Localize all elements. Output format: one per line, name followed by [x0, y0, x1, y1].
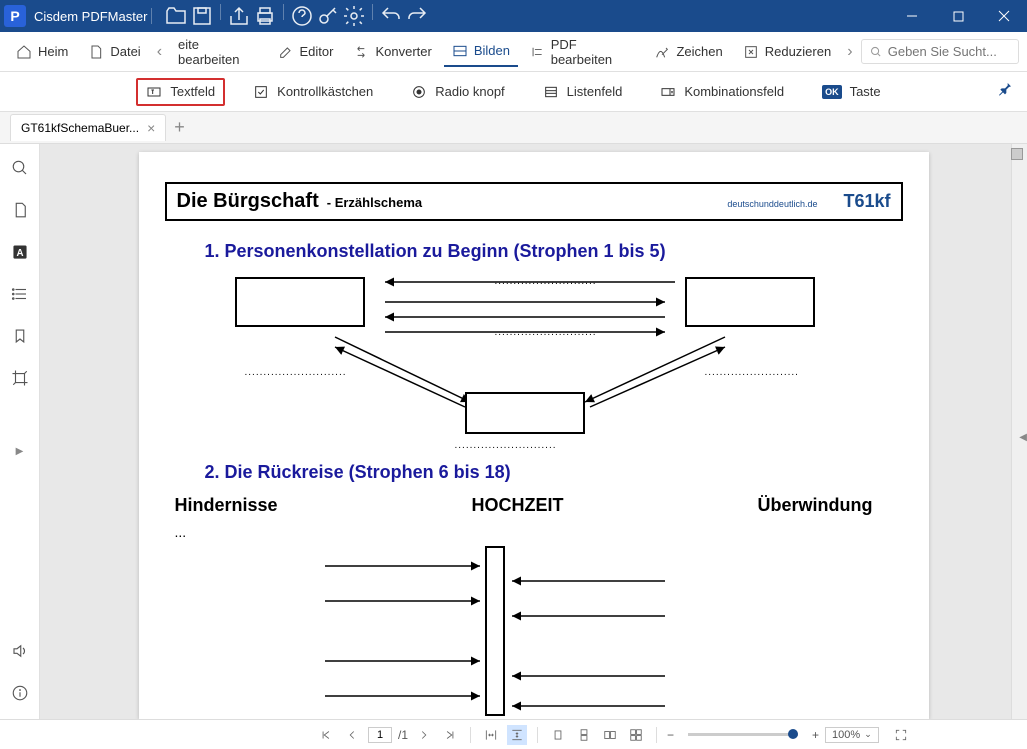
close-button[interactable] — [981, 0, 1027, 32]
page-thumbs-icon[interactable] — [6, 196, 34, 224]
form-toolbar: Textfeld Kontrollkästchen Radio knopf Li… — [0, 72, 1027, 112]
next-page-icon[interactable] — [414, 725, 434, 745]
ok-badge: OK — [822, 85, 842, 99]
diagram-2 — [165, 546, 903, 716]
tool-kombinationsfeld[interactable]: Kombinationsfeld — [650, 78, 794, 106]
doc-subtitle: - Erzählschema — [327, 195, 422, 210]
zoom-in-icon[interactable]: + — [812, 728, 819, 742]
maximize-button[interactable] — [935, 0, 981, 32]
outline-icon[interactable] — [6, 280, 34, 308]
last-page-icon[interactable] — [440, 725, 460, 745]
menubar: Heim Datei ‹ eite bearbeiten Editor Konv… — [0, 32, 1027, 72]
prev-page-icon[interactable] — [342, 725, 362, 745]
pdf-page: Die Bürgschaft - Erzählschema deutschund… — [139, 152, 929, 719]
menu-reduzieren[interactable]: Reduzieren — [735, 38, 840, 66]
search-input[interactable] — [888, 44, 1010, 59]
right-collapse-icon[interactable]: ◀ — [1019, 432, 1027, 443]
app-title: Cisdem PDFMaster — [34, 9, 147, 24]
info-icon[interactable] — [6, 679, 34, 707]
two-page-icon[interactable] — [600, 725, 620, 745]
first-page-icon[interactable] — [316, 725, 336, 745]
doc-url: deutschunddeutlich.de — [727, 199, 817, 209]
titlebar: P Cisdem PDFMaster — [0, 0, 1027, 32]
sound-icon[interactable] — [6, 637, 34, 665]
ellipsis: ... — [175, 524, 903, 540]
open-icon[interactable] — [164, 4, 188, 28]
left-sidebar: A ▶ — [0, 144, 40, 719]
tab-close-icon[interactable]: × — [147, 120, 155, 136]
menu-seite-bearbeiten[interactable]: eite bearbeiten — [170, 31, 265, 73]
search-tool-icon[interactable] — [6, 154, 34, 182]
chevron-left-icon[interactable]: ‹ — [153, 43, 166, 61]
page-total: /1 — [398, 728, 408, 742]
menu-bilden[interactable]: Bilden — [444, 37, 518, 67]
key-icon[interactable] — [316, 4, 340, 28]
minimize-button[interactable] — [889, 0, 935, 32]
menu-zeichen[interactable]: Zeichen — [646, 38, 730, 66]
print-icon[interactable] — [253, 4, 277, 28]
col-ueberwindung: Überwindung — [757, 495, 872, 516]
app-logo: P — [4, 5, 26, 27]
pin-icon[interactable] — [997, 81, 1013, 102]
tool-listenfeld[interactable]: Listenfeld — [533, 78, 633, 106]
help-icon[interactable] — [290, 4, 314, 28]
tool-textfeld[interactable]: Textfeld — [136, 78, 225, 106]
search-box[interactable] — [861, 39, 1019, 64]
bookmark-icon[interactable] — [6, 322, 34, 350]
col-hochzeit: HOCHZEIT — [472, 495, 564, 516]
document-tab[interactable]: GT61kfSchemaBuer... × — [10, 114, 166, 141]
col-hindernisse: Hindernisse — [175, 495, 278, 516]
text-tool-icon[interactable]: A — [6, 238, 34, 266]
fit-width-icon[interactable] — [481, 725, 501, 745]
tool-kontrollkaestchen[interactable]: Kontrollkästchen — [243, 78, 383, 106]
zoom-out-icon[interactable]: − — [667, 728, 674, 742]
sidebar-collapse-icon[interactable]: ▶ — [16, 446, 24, 457]
menu-datei[interactable]: Datei — [80, 38, 148, 66]
menu-heim[interactable]: Heim — [8, 38, 76, 66]
crop-icon[interactable] — [6, 364, 34, 392]
main-area: A ▶ ◀ Die Bürgschaft - Erzählschema deut… — [0, 144, 1027, 719]
menu-editor[interactable]: Editor — [270, 38, 342, 66]
section2-heading: 2. Die Rückreise (Strophen 6 bis 18) — [205, 462, 903, 483]
svg-text:A: A — [16, 248, 23, 259]
continuous-icon[interactable] — [574, 725, 594, 745]
tool-taste[interactable]: OK Taste — [812, 78, 891, 105]
settings-icon[interactable] — [342, 4, 366, 28]
two-page-cont-icon[interactable] — [626, 725, 646, 745]
undo-icon[interactable] — [379, 4, 403, 28]
single-page-icon[interactable] — [548, 725, 568, 745]
save-icon[interactable] — [190, 4, 214, 28]
tool-radio[interactable]: Radio knopf — [401, 78, 514, 106]
fullscreen-icon[interactable] — [891, 725, 911, 745]
menu-pdf-bearbeiten[interactable]: PDF bearbeiten — [522, 31, 642, 73]
tab-bar: GT61kfSchemaBuer... × + — [0, 112, 1027, 144]
menu-konverter[interactable]: Konverter — [345, 38, 439, 66]
redo-icon[interactable] — [405, 4, 429, 28]
zoom-value[interactable]: 100%⌄ — [825, 727, 879, 743]
chevron-right-icon[interactable]: › — [843, 43, 856, 61]
status-bar: /1 − + 100%⌄ — [0, 719, 1027, 749]
document-canvas[interactable]: ◀ Die Bürgschaft - Erzählschema deutschu… — [40, 144, 1027, 719]
fit-page-icon[interactable] — [507, 725, 527, 745]
tab-label: GT61kfSchemaBuer... — [21, 121, 139, 135]
page-current-input[interactable] — [368, 727, 392, 743]
doc-title: Die Bürgschaft — [177, 190, 319, 213]
diagram-1: ........................... ............… — [185, 272, 903, 452]
doc-header: Die Bürgschaft - Erzählschema deutschund… — [165, 182, 903, 221]
zoom-slider[interactable] — [688, 733, 798, 736]
add-tab-button[interactable]: + — [174, 117, 185, 138]
section1-heading: 1. Personenkonstellation zu Beginn (Stro… — [205, 241, 903, 262]
doc-code: T61kf — [843, 191, 890, 212]
share-icon[interactable] — [227, 4, 251, 28]
